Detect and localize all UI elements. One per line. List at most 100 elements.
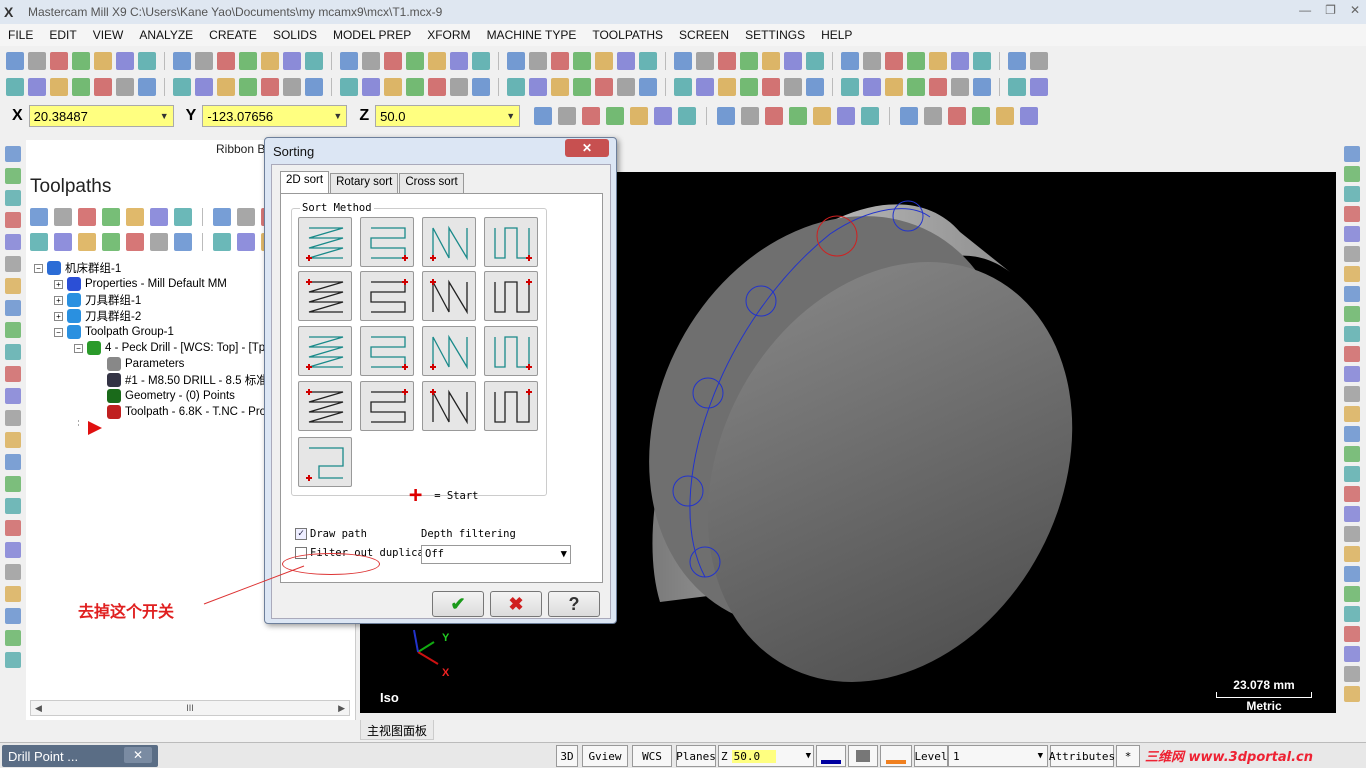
color-swatch-button[interactable] <box>816 745 846 767</box>
left-toolbar-icon[interactable] <box>5 256 21 272</box>
planes-button[interactable]: Planes <box>676 745 716 767</box>
toolbar-tool-icon[interactable] <box>784 52 802 70</box>
viewsheet-tab[interactable]: 主视图面板 <box>360 720 435 740</box>
toolbar-tool-icon[interactable] <box>654 107 673 125</box>
left-toolbar-icon[interactable] <box>5 212 21 228</box>
left-toolbar-icon[interactable] <box>5 542 21 558</box>
sort-method-button[interactable] <box>298 271 352 321</box>
scroll-left-icon[interactable]: ◀ <box>35 703 42 714</box>
left-toolbar-icon[interactable] <box>5 278 21 294</box>
left-toolbar-icon[interactable] <box>5 388 21 404</box>
toolbar-tool-icon[interactable] <box>406 52 424 70</box>
help-button[interactable]: ? <box>548 591 600 617</box>
toolbar-tool-icon[interactable] <box>28 78 46 96</box>
menu-analyze[interactable]: ANALYZE <box>131 28 201 42</box>
toolbar-tool-icon[interactable] <box>806 78 824 96</box>
toolbar-tool-icon[interactable] <box>173 78 191 96</box>
toolbar-tool-icon[interactable] <box>28 52 46 70</box>
right-toolbar-icon[interactable] <box>1344 566 1360 582</box>
toolbar-tool-icon[interactable] <box>384 78 402 96</box>
left-toolbar-icon[interactable] <box>5 300 21 316</box>
scroll-right-icon[interactable]: ▶ <box>338 703 345 714</box>
toolbar-tool-icon[interactable] <box>996 107 1015 125</box>
right-toolbar-icon[interactable] <box>1344 286 1360 302</box>
toolbar-tool-icon[interactable] <box>94 52 112 70</box>
toolbar-tool-icon[interactable] <box>239 78 257 96</box>
toolbar-tool-icon[interactable] <box>595 52 613 70</box>
sort-method-button[interactable] <box>298 437 352 487</box>
right-toolbar-icon[interactable] <box>1344 226 1360 242</box>
tab-rotary-sort[interactable]: Rotary sort <box>330 173 399 193</box>
toolbar-tool-icon[interactable] <box>885 52 903 70</box>
surface-color-button[interactable] <box>848 745 878 767</box>
left-toolbar-icon[interactable] <box>5 168 21 184</box>
depth-filtering-select[interactable]: Off ▼ <box>421 545 571 564</box>
sort-method-button[interactable] <box>484 326 538 376</box>
toolbar-tool-icon[interactable] <box>558 107 577 125</box>
toolbar-tool-icon[interactable] <box>384 52 402 70</box>
right-toolbar-icon[interactable] <box>1344 626 1360 642</box>
wcs-button[interactable]: WCS <box>632 745 672 767</box>
menu-settings[interactable]: SETTINGS <box>737 28 813 42</box>
toolbar-tool-icon[interactable] <box>6 78 24 96</box>
toolbar-tool-icon[interactable] <box>362 78 380 96</box>
sort-method-button[interactable] <box>484 381 538 431</box>
left-toolbar-icon[interactable] <box>5 608 21 624</box>
right-toolbar-icon[interactable] <box>1344 146 1360 162</box>
right-toolbar-icon[interactable] <box>1344 166 1360 182</box>
x-coord-input[interactable]: 20.38487 ▼ <box>28 105 174 127</box>
chevron-down-icon[interactable]: ▼ <box>1038 751 1043 761</box>
right-toolbar-icon[interactable] <box>1344 406 1360 422</box>
toolbar-tool-icon[interactable] <box>305 78 323 96</box>
ok-button[interactable]: ✔ <box>432 591 484 617</box>
collapse-icon[interactable]: − <box>34 263 43 273</box>
left-toolbar-icon[interactable] <box>5 630 21 646</box>
collapse-icon[interactable]: − <box>74 343 83 353</box>
toolbar-tool-icon[interactable] <box>428 52 446 70</box>
toolbar-tool-icon[interactable] <box>534 107 553 125</box>
toolbar-tool-icon[interactable] <box>50 78 68 96</box>
toolbar-tool-icon[interactable] <box>1008 52 1026 70</box>
toolbar-tool-icon[interactable] <box>718 78 736 96</box>
toolpath-manager-tool-icon[interactable] <box>126 208 144 226</box>
toolbar-tool-icon[interactable] <box>217 52 235 70</box>
toolbar-tool-icon[interactable] <box>907 78 925 96</box>
right-toolbar-icon[interactable] <box>1344 526 1360 542</box>
menu-solids[interactable]: SOLIDS <box>265 28 325 42</box>
toolbar-tool-icon[interactable] <box>94 78 112 96</box>
right-toolbar-icon[interactable] <box>1344 446 1360 462</box>
cancel-button[interactable]: ✖ <box>490 591 542 617</box>
toolbar-tool-icon[interactable] <box>741 107 760 125</box>
toolpath-manager-tool-icon[interactable] <box>174 233 192 251</box>
right-toolbar-icon[interactable] <box>1344 546 1360 562</box>
toolbar-tool-icon[interactable] <box>972 107 991 125</box>
left-toolbar-icon[interactable] <box>5 432 21 448</box>
left-toolbar-icon[interactable] <box>5 454 21 470</box>
dialog-close-button[interactable]: ✕ <box>565 139 609 157</box>
left-toolbar-icon[interactable] <box>5 652 21 668</box>
drill-point-task-button[interactable]: Drill Point ... ✕ <box>2 745 158 767</box>
toolbar-tool-icon[interactable] <box>639 52 657 70</box>
draw-path-option[interactable]: ✓ Draw path <box>295 528 367 540</box>
right-toolbar-icon[interactable] <box>1344 426 1360 442</box>
toolbar-tool-icon[interactable] <box>929 52 947 70</box>
toolbar-tool-icon[interactable] <box>606 107 625 125</box>
3d-button[interactable]: 3D <box>556 745 578 767</box>
toolbar-tool-icon[interactable] <box>239 52 257 70</box>
toolbar-tool-icon[interactable] <box>837 107 856 125</box>
toolbar-tool-icon[interactable] <box>841 78 859 96</box>
toolbar-tool-icon[interactable] <box>551 52 569 70</box>
right-toolbar-icon[interactable] <box>1344 306 1360 322</box>
sort-method-button[interactable] <box>422 381 476 431</box>
toolbar-tool-icon[interactable] <box>885 78 903 96</box>
menu-machine-type[interactable]: MACHINE TYPE <box>479 28 585 42</box>
level-select[interactable]: 1 ▼ <box>948 745 1048 767</box>
toolbar-tool-icon[interactable] <box>617 52 635 70</box>
left-toolbar-icon[interactable] <box>5 234 21 250</box>
toolbar-tool-icon[interactable] <box>639 78 657 96</box>
toolbar-tool-icon[interactable] <box>784 78 802 96</box>
toolbar-tool-icon[interactable] <box>1008 78 1026 96</box>
toolbar-tool-icon[interactable] <box>305 52 323 70</box>
toolbar-tool-icon[interactable] <box>861 107 880 125</box>
gview-button[interactable]: Gview <box>582 745 628 767</box>
